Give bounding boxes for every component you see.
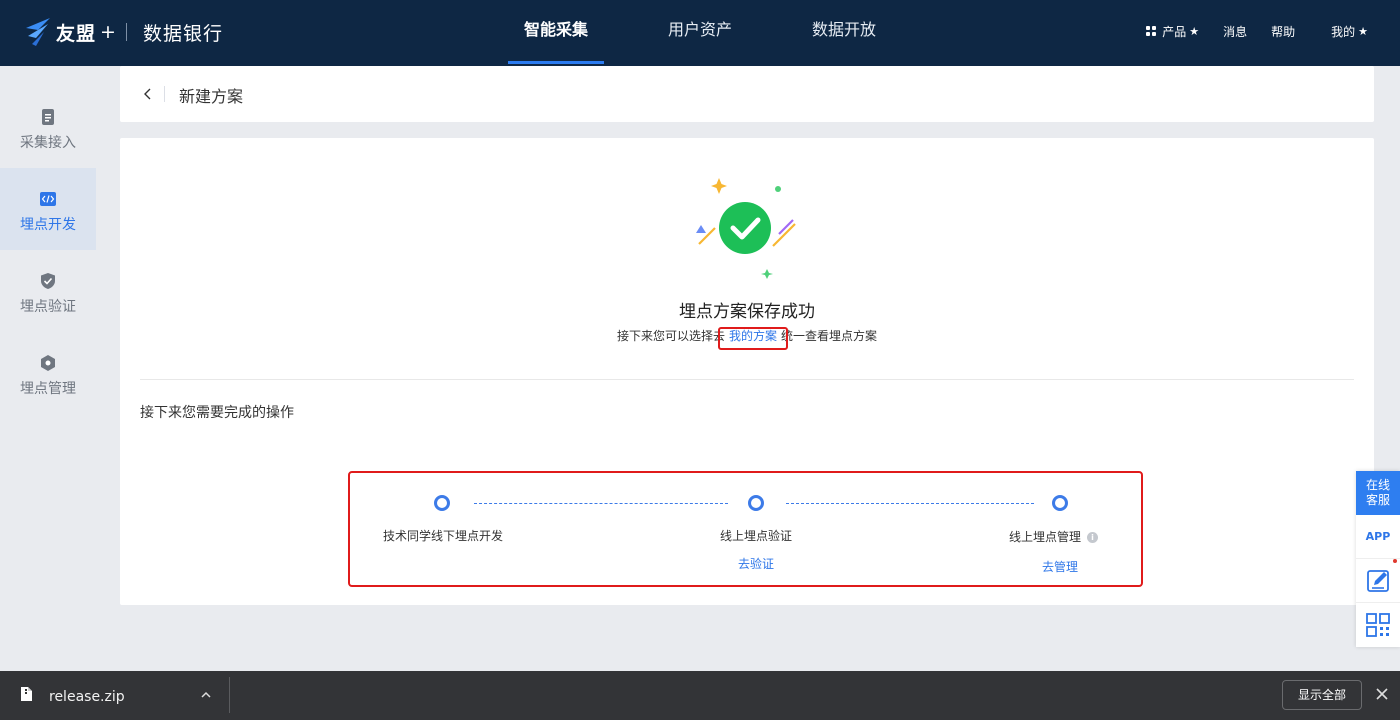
star-icon: ★ xyxy=(1189,24,1200,38)
download-filename[interactable]: release.zip xyxy=(49,689,125,705)
step-2-label: 线上埋点验证 xyxy=(720,529,793,543)
shield-check-icon xyxy=(41,273,55,289)
highlight-annotation-box xyxy=(718,327,788,350)
floating-toolbar: 在线 客服 APP xyxy=(1356,471,1400,647)
messages-link[interactable]: 消息 xyxy=(1223,23,1247,40)
products-label: 产品 xyxy=(1162,24,1187,39)
edit-icon xyxy=(1367,570,1389,592)
step-3-circle xyxy=(1052,495,1068,511)
steps-highlight-box: 技术同学线下埋点开发 线上埋点验证 去验证 线上埋点管理 i 去管理 xyxy=(348,471,1143,587)
document-icon xyxy=(42,109,54,125)
success-title: 埋点方案保存成功 xyxy=(679,302,815,322)
step-2-circle xyxy=(748,495,764,511)
tab-smart-collect[interactable]: 智能采集 xyxy=(508,0,604,66)
close-icon[interactable] xyxy=(1376,688,1388,700)
step-3-label: 线上埋点管理 i xyxy=(1009,528,1099,545)
sidebar: 采集接入 埋点开发 埋点验证 埋点管理 xyxy=(0,66,96,671)
sidebar-item-label: 埋点管理 xyxy=(20,381,76,397)
qr-code-icon xyxy=(1366,613,1390,637)
top-navigation-bar: 友盟 + 数据银行 智能采集 用户资产 数据开放 产品 ★ 消息 帮助 我的 ★ xyxy=(0,0,1400,66)
brand-divider xyxy=(125,23,127,41)
go-manage-link[interactable]: 去管理 xyxy=(1042,558,1078,575)
sidebar-item-tracking-manage[interactable]: 埋点管理 xyxy=(0,332,96,414)
star-icon: ★ xyxy=(1358,24,1368,38)
next-steps-title: 接下来您需要完成的操作 xyxy=(140,405,294,421)
hexagon-icon xyxy=(41,355,55,371)
chevron-up-icon[interactable] xyxy=(199,688,213,702)
app-button[interactable]: APP xyxy=(1356,515,1400,559)
step-connector-1 xyxy=(474,503,728,504)
apps-grid-icon xyxy=(1146,26,1157,36)
download-bar: release.zip 显示全部 xyxy=(0,671,1400,720)
page-title: 新建方案 xyxy=(179,87,244,106)
online-service-label-l2: 客服 xyxy=(1365,493,1390,507)
brand[interactable]: 友盟 + 数据银行 xyxy=(24,14,223,50)
tab-data-open[interactable]: 数据开放 xyxy=(796,0,892,66)
help-link[interactable]: 帮助 xyxy=(1271,23,1295,40)
qr-code-button[interactable] xyxy=(1356,603,1400,647)
sidebar-item-tracking-verify[interactable]: 埋点验证 xyxy=(0,250,96,332)
main-nav-tabs: 智能采集 用户资产 数据开放 xyxy=(508,0,892,66)
success-check-icon xyxy=(696,178,796,279)
code-icon xyxy=(40,192,56,206)
online-service-button[interactable]: 在线 客服 xyxy=(1356,471,1400,515)
sidebar-item-tracking-dev[interactable]: 埋点开发 xyxy=(0,168,96,250)
download-divider xyxy=(229,677,230,713)
step-1-circle xyxy=(434,495,450,511)
brand-product-name: 数据银行 xyxy=(142,22,223,45)
sidebar-item-label: 采集接入 xyxy=(20,135,76,151)
brand-plus: + xyxy=(100,21,116,43)
step-3-label-text: 线上埋点管理 xyxy=(1009,530,1082,544)
online-service-label-l1: 在线 xyxy=(1365,478,1390,492)
info-icon[interactable]: i xyxy=(1087,532,1099,543)
sidebar-item-label: 埋点验证 xyxy=(20,299,76,315)
nav-right-menu: 产品 ★ 消息 帮助 我的 ★ xyxy=(1122,0,1368,62)
mine-menu[interactable]: 我的 ★ xyxy=(1331,23,1368,40)
umeng-logo-icon xyxy=(26,18,50,46)
show-all-button[interactable]: 显示全部 xyxy=(1282,680,1362,710)
feedback-button[interactable] xyxy=(1356,559,1400,603)
step-connector-2 xyxy=(786,503,1034,504)
brand-name: 友盟 xyxy=(56,22,97,45)
file-icon xyxy=(21,687,32,701)
sidebar-item-collect-access[interactable]: 采集接入 xyxy=(0,86,96,168)
desc-suffix: 统一查看埋点方案 xyxy=(781,329,878,343)
page-header: 新建方案 xyxy=(120,66,1374,122)
mine-label: 我的 xyxy=(1331,24,1356,39)
header-divider xyxy=(164,86,165,102)
desc-prefix: 接下来您可以选择去 xyxy=(617,329,726,343)
section-divider xyxy=(140,379,1354,380)
back-arrow-icon[interactable] xyxy=(140,84,156,104)
go-verify-link[interactable]: 去验证 xyxy=(738,555,774,572)
products-menu[interactable]: 产品 ★ xyxy=(1146,23,1199,40)
step-1-label: 技术同学线下埋点开发 xyxy=(383,529,504,543)
tab-user-assets[interactable]: 用户资产 xyxy=(652,0,748,66)
sidebar-item-label: 埋点开发 xyxy=(20,217,76,233)
